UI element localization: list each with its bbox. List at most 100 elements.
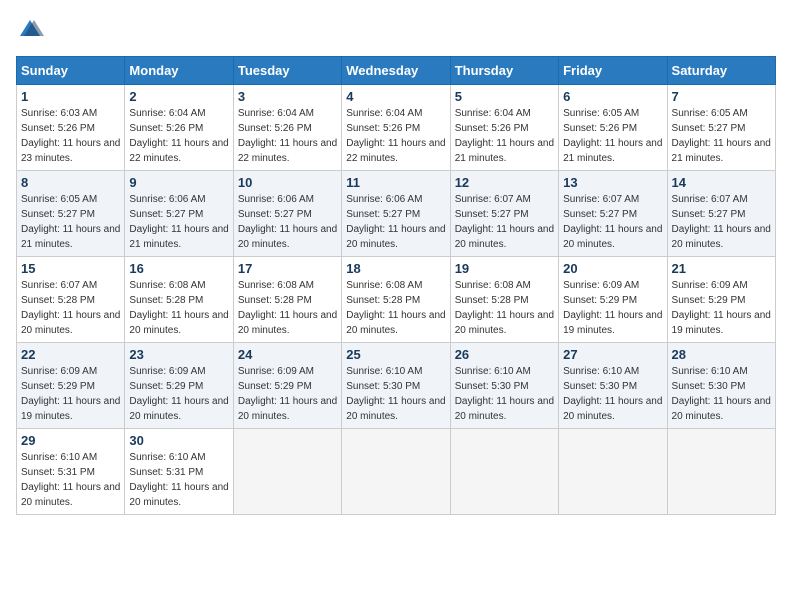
day-of-week-header: Saturday bbox=[667, 57, 775, 85]
day-number: 19 bbox=[455, 261, 554, 276]
calendar-day-cell: 8Sunrise: 6:05 AM Sunset: 5:27 PM Daylig… bbox=[17, 171, 125, 257]
calendar-day-cell: 23 Sunrise: 6:09 AM Sunset: 5:29 PM Dayli… bbox=[125, 343, 233, 429]
day-info: Sunrise: 6:04 AM Sunset: 5:26 PM Dayligh… bbox=[129, 106, 228, 166]
day-info: Sunrise: 6:04 AM Sunset: 5:26 PM Dayligh… bbox=[346, 106, 445, 166]
day-info: Sunrise: 6:09 AM Sunset: 5:29 PM Dayligh… bbox=[563, 278, 662, 338]
day-number: 23 bbox=[129, 347, 228, 362]
day-number: 21 bbox=[672, 261, 771, 276]
calendar-day-cell: 22 Sunrise: 6:09 AM Sunset: 5:29 PM Dayli… bbox=[17, 343, 125, 429]
calendar-table: SundayMondayTuesdayWednesdayThursdayFrid… bbox=[16, 56, 776, 515]
calendar-day-cell: 30 Sunrise: 6:10 AM Sunset: 5:31 PM Dayli… bbox=[125, 429, 233, 515]
day-info: Sunrise: 6:08 AM Sunset: 5:28 PM Dayligh… bbox=[129, 278, 228, 338]
calendar-day-cell: 20 Sunrise: 6:09 AM Sunset: 5:29 PM Dayli… bbox=[559, 257, 667, 343]
day-number: 16 bbox=[129, 261, 228, 276]
day-number: 25 bbox=[346, 347, 445, 362]
day-info: Sunrise: 6:10 AM Sunset: 5:30 PM Dayligh… bbox=[563, 364, 662, 424]
day-number: 18 bbox=[346, 261, 445, 276]
day-number: 22 bbox=[21, 347, 120, 362]
calendar-day-cell: 11 Sunrise: 6:06 AM Sunset: 5:27 PM Dayli… bbox=[342, 171, 450, 257]
calendar-day-cell: 4 Sunrise: 6:04 AM Sunset: 5:26 PM Daylig… bbox=[342, 85, 450, 171]
day-number: 11 bbox=[346, 175, 445, 190]
calendar-day-cell: 9 Sunrise: 6:06 AM Sunset: 5:27 PM Daylig… bbox=[125, 171, 233, 257]
day-number: 4 bbox=[346, 89, 445, 104]
day-info: Sunrise: 6:05 AM Sunset: 5:27 PM Dayligh… bbox=[21, 192, 120, 252]
day-number: 5 bbox=[455, 89, 554, 104]
day-info: Sunrise: 6:10 AM Sunset: 5:30 PM Dayligh… bbox=[455, 364, 554, 424]
day-number: 13 bbox=[563, 175, 662, 190]
day-number: 28 bbox=[672, 347, 771, 362]
day-of-week-header: Tuesday bbox=[233, 57, 341, 85]
calendar-day-cell: 2 Sunrise: 6:04 AM Sunset: 5:26 PM Daylig… bbox=[125, 85, 233, 171]
logo bbox=[16, 16, 48, 44]
day-number: 26 bbox=[455, 347, 554, 362]
day-info: Sunrise: 6:07 AM Sunset: 5:27 PM Dayligh… bbox=[455, 192, 554, 252]
day-number: 1 bbox=[21, 89, 120, 104]
day-number: 17 bbox=[238, 261, 337, 276]
day-info: Sunrise: 6:06 AM Sunset: 5:27 PM Dayligh… bbox=[238, 192, 337, 252]
calendar-day-cell: 6Sunrise: 6:05 AM Sunset: 5:26 PM Daylig… bbox=[559, 85, 667, 171]
day-number: 9 bbox=[129, 175, 228, 190]
calendar-day-cell: 17 Sunrise: 6:08 AM Sunset: 5:28 PM Dayli… bbox=[233, 257, 341, 343]
day-info: Sunrise: 6:08 AM Sunset: 5:28 PM Dayligh… bbox=[346, 278, 445, 338]
day-number: 14 bbox=[672, 175, 771, 190]
day-number: 20 bbox=[563, 261, 662, 276]
day-info: Sunrise: 6:09 AM Sunset: 5:29 PM Dayligh… bbox=[672, 278, 771, 338]
day-info: Sunrise: 6:03 AM Sunset: 5:26 PM Dayligh… bbox=[21, 106, 120, 166]
calendar-day-cell: 15 Sunrise: 6:07 AM Sunset: 5:28 PM Dayli… bbox=[17, 257, 125, 343]
day-info: Sunrise: 6:08 AM Sunset: 5:28 PM Dayligh… bbox=[455, 278, 554, 338]
calendar-day-cell: 10 Sunrise: 6:06 AM Sunset: 5:27 PM Dayli… bbox=[233, 171, 341, 257]
day-info: Sunrise: 6:10 AM Sunset: 5:30 PM Dayligh… bbox=[346, 364, 445, 424]
day-info: Sunrise: 6:05 AM Sunset: 5:27 PM Dayligh… bbox=[672, 106, 771, 166]
empty-day-cell bbox=[450, 429, 558, 515]
calendar-day-cell: 27 Sunrise: 6:10 AM Sunset: 5:30 PM Dayli… bbox=[559, 343, 667, 429]
calendar-day-cell: 5Sunrise: 6:04 AM Sunset: 5:26 PM Daylig… bbox=[450, 85, 558, 171]
day-of-week-header: Monday bbox=[125, 57, 233, 85]
day-info: Sunrise: 6:09 AM Sunset: 5:29 PM Dayligh… bbox=[21, 364, 120, 424]
day-number: 24 bbox=[238, 347, 337, 362]
calendar-day-cell: 24Sunrise: 6:09 AM Sunset: 5:29 PM Dayli… bbox=[233, 343, 341, 429]
calendar-day-cell: 18 Sunrise: 6:08 AM Sunset: 5:28 PM Dayli… bbox=[342, 257, 450, 343]
day-number: 2 bbox=[129, 89, 228, 104]
day-of-week-header: Sunday bbox=[17, 57, 125, 85]
day-info: Sunrise: 6:08 AM Sunset: 5:28 PM Dayligh… bbox=[238, 278, 337, 338]
day-of-week-header: Wednesday bbox=[342, 57, 450, 85]
calendar-day-cell: 13 Sunrise: 6:07 AM Sunset: 5:27 PM Dayli… bbox=[559, 171, 667, 257]
day-info: Sunrise: 6:10 AM Sunset: 5:31 PM Dayligh… bbox=[21, 450, 120, 510]
day-number: 30 bbox=[129, 433, 228, 448]
calendar-week-row: 22 Sunrise: 6:09 AM Sunset: 5:29 PM Dayli… bbox=[17, 343, 776, 429]
day-number: 10 bbox=[238, 175, 337, 190]
day-of-week-header: Friday bbox=[559, 57, 667, 85]
calendar-day-cell: 7Sunrise: 6:05 AM Sunset: 5:27 PM Daylig… bbox=[667, 85, 775, 171]
day-info: Sunrise: 6:07 AM Sunset: 5:27 PM Dayligh… bbox=[563, 192, 662, 252]
day-info: Sunrise: 6:07 AM Sunset: 5:27 PM Dayligh… bbox=[672, 192, 771, 252]
day-number: 29 bbox=[21, 433, 120, 448]
logo-icon bbox=[16, 16, 44, 44]
day-info: Sunrise: 6:10 AM Sunset: 5:31 PM Dayligh… bbox=[129, 450, 228, 510]
calendar-day-cell: 16 Sunrise: 6:08 AM Sunset: 5:28 PM Dayli… bbox=[125, 257, 233, 343]
day-info: Sunrise: 6:06 AM Sunset: 5:27 PM Dayligh… bbox=[129, 192, 228, 252]
empty-day-cell bbox=[233, 429, 341, 515]
day-info: Sunrise: 6:10 AM Sunset: 5:30 PM Dayligh… bbox=[672, 364, 771, 424]
day-info: Sunrise: 6:05 AM Sunset: 5:26 PM Dayligh… bbox=[563, 106, 662, 166]
empty-day-cell bbox=[559, 429, 667, 515]
calendar-day-cell: 21 Sunrise: 6:09 AM Sunset: 5:29 PM Dayli… bbox=[667, 257, 775, 343]
calendar-day-cell: 14 Sunrise: 6:07 AM Sunset: 5:27 PM Dayli… bbox=[667, 171, 775, 257]
calendar-day-cell: 19 Sunrise: 6:08 AM Sunset: 5:28 PM Dayli… bbox=[450, 257, 558, 343]
empty-day-cell bbox=[342, 429, 450, 515]
day-of-week-header: Thursday bbox=[450, 57, 558, 85]
day-info: Sunrise: 6:06 AM Sunset: 5:27 PM Dayligh… bbox=[346, 192, 445, 252]
day-info: Sunrise: 6:07 AM Sunset: 5:28 PM Dayligh… bbox=[21, 278, 120, 338]
calendar-week-row: 1 Sunrise: 6:03 AM Sunset: 5:26 PM Daylig… bbox=[17, 85, 776, 171]
calendar-week-row: 15 Sunrise: 6:07 AM Sunset: 5:28 PM Dayli… bbox=[17, 257, 776, 343]
page-header bbox=[16, 16, 776, 44]
day-number: 27 bbox=[563, 347, 662, 362]
calendar-day-cell: 1 Sunrise: 6:03 AM Sunset: 5:26 PM Daylig… bbox=[17, 85, 125, 171]
calendar-week-row: 29 Sunrise: 6:10 AM Sunset: 5:31 PM Dayli… bbox=[17, 429, 776, 515]
day-info: Sunrise: 6:09 AM Sunset: 5:29 PM Dayligh… bbox=[129, 364, 228, 424]
day-number: 15 bbox=[21, 261, 120, 276]
calendar-day-cell: 25 Sunrise: 6:10 AM Sunset: 5:30 PM Dayli… bbox=[342, 343, 450, 429]
calendar-day-cell: 29 Sunrise: 6:10 AM Sunset: 5:31 PM Dayli… bbox=[17, 429, 125, 515]
calendar-day-cell: 26 Sunrise: 6:10 AM Sunset: 5:30 PM Dayli… bbox=[450, 343, 558, 429]
calendar-day-cell: 28 Sunrise: 6:10 AM Sunset: 5:30 PM Dayli… bbox=[667, 343, 775, 429]
day-info: Sunrise: 6:04 AM Sunset: 5:26 PM Dayligh… bbox=[238, 106, 337, 166]
